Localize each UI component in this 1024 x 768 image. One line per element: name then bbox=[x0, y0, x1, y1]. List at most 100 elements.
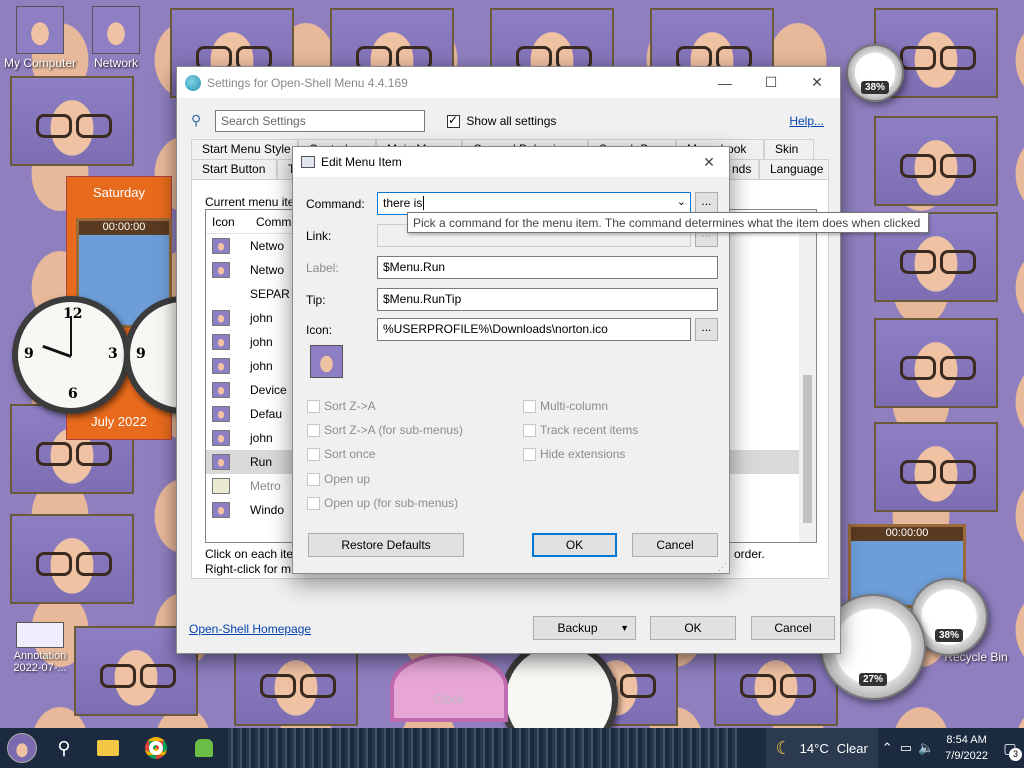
puzzle-timer: 00:00:00 bbox=[79, 221, 169, 235]
item-icon bbox=[212, 310, 230, 326]
homepage-link[interactable]: Open-Shell Homepage bbox=[189, 622, 311, 636]
tab-start-button[interactable]: Start Button bbox=[191, 159, 277, 179]
gauge-value: 27% bbox=[858, 673, 888, 686]
cpu-gauge[interactable]: 38% bbox=[846, 44, 904, 102]
list-item-label: Defau bbox=[250, 407, 283, 421]
tab-skin[interactable]: Skin bbox=[764, 139, 814, 159]
show-all-label: Show all settings bbox=[466, 114, 557, 128]
maximize-button[interactable]: ☐ bbox=[748, 67, 794, 98]
settings-titlebar[interactable]: Settings for Open-Shell Menu 4.4.169 — ☐… bbox=[177, 67, 840, 98]
metro-icon bbox=[212, 478, 230, 494]
taskbar: ⚲ ☾ 14°C Clear ⌃ ▭ 🔈 8:54 AM 7/9/2022 ▢ … bbox=[0, 728, 1024, 768]
dialog-ok-button[interactable]: OK bbox=[532, 533, 617, 557]
cancel-button[interactable]: Cancel bbox=[751, 616, 835, 640]
list-item-label: Windo bbox=[250, 503, 285, 517]
column-header-icon[interactable]: Icon bbox=[206, 215, 256, 229]
taskbar-window-strip bbox=[228, 728, 738, 768]
network-icon[interactable]: ▭ bbox=[897, 740, 915, 756]
dialog-titlebar[interactable]: Edit Menu Item ✕ bbox=[293, 147, 729, 177]
checkbox-icon bbox=[307, 399, 320, 413]
desktop-icon-label: Network bbox=[93, 56, 138, 70]
start-button[interactable] bbox=[0, 728, 44, 768]
help-link[interactable]: Help... bbox=[789, 114, 824, 128]
document-icon bbox=[16, 622, 64, 648]
tab-language[interactable]: Language bbox=[759, 159, 829, 179]
time: 8:54 AM bbox=[946, 734, 987, 746]
search-input[interactable] bbox=[215, 110, 425, 132]
checkbox-icon bbox=[523, 399, 536, 413]
desktop-icon-annotation[interactable]: Annotation 2022-07-... bbox=[0, 622, 80, 674]
date: 7/9/2022 bbox=[945, 750, 988, 762]
computer-icon bbox=[16, 6, 64, 54]
resize-grip-icon[interactable]: ⋰ bbox=[718, 562, 727, 573]
search-icon[interactable]: ⚲ bbox=[44, 728, 84, 768]
list-item-label: SEPAR bbox=[250, 287, 290, 301]
analog-clock[interactable]: 12 3 69 bbox=[12, 296, 130, 414]
option-label: Sort Z->A (for sub-menus) bbox=[324, 423, 464, 437]
desktop-icon-my-computer[interactable]: My Computer bbox=[0, 6, 80, 70]
track-recent-checkbox: Track recent items bbox=[523, 423, 638, 437]
backup-button[interactable]: Backup ▼ bbox=[533, 616, 636, 640]
item-icon bbox=[212, 358, 230, 374]
option-label: Open up (for sub-menus) bbox=[324, 496, 459, 510]
photo-tile bbox=[874, 422, 998, 512]
tab-start-menu-style[interactable]: Start Menu Style bbox=[191, 139, 298, 159]
restore-defaults-button[interactable]: Restore Defaults bbox=[308, 533, 464, 557]
item-icon bbox=[212, 334, 230, 350]
dialog-cancel-button[interactable]: Cancel bbox=[632, 533, 718, 557]
notification-count: 3 bbox=[1009, 747, 1022, 761]
icon-input[interactable]: %USERPROFILE%\Downloads\norton.ico bbox=[377, 318, 691, 341]
label-input[interactable]: $Menu.Run bbox=[377, 256, 718, 279]
list-item-label: john bbox=[250, 359, 273, 373]
chrome-icon[interactable] bbox=[132, 728, 180, 768]
android-studio-icon[interactable] bbox=[180, 728, 228, 768]
file-explorer-icon[interactable] bbox=[84, 728, 132, 768]
dialog-icon bbox=[301, 156, 315, 168]
ok-button[interactable]: OK bbox=[650, 616, 736, 640]
gauge-value: 38% bbox=[860, 81, 890, 94]
desktop-icon-network[interactable]: Network bbox=[76, 6, 156, 70]
hint-text-2: Right-click for m bbox=[205, 562, 292, 576]
edit-menu-item-dialog: Edit Menu Item ✕ Command: there is ⌄ ...… bbox=[292, 146, 730, 574]
open-up-submenus-checkbox: Open up (for sub-menus) bbox=[307, 496, 458, 510]
command-label: Command: bbox=[306, 197, 365, 211]
backup-label: Backup bbox=[557, 621, 598, 635]
weather-temp: 14°C bbox=[799, 740, 829, 756]
network-icon bbox=[212, 262, 230, 278]
chevron-up-icon[interactable]: ⌃ bbox=[878, 740, 897, 756]
close-button[interactable]: ✕ bbox=[689, 147, 729, 178]
weather-desc: Clear bbox=[836, 740, 868, 756]
photo-tile bbox=[10, 514, 134, 604]
hint-text-1-end: order. bbox=[734, 547, 765, 561]
column-header-command[interactable]: Comm bbox=[256, 215, 291, 229]
pink-clock-gadget[interactable]: Clock bbox=[390, 652, 508, 722]
dialog-title: Edit Menu Item bbox=[321, 155, 402, 169]
tip-input[interactable]: $Menu.RunTip bbox=[377, 288, 718, 311]
open-shell-icon bbox=[185, 74, 201, 91]
gauge-value: 38% bbox=[934, 629, 964, 642]
photo-tile bbox=[874, 318, 998, 408]
minimize-button[interactable]: — bbox=[702, 67, 748, 98]
network-icon bbox=[212, 238, 230, 254]
notification-center-icon[interactable]: ▢ 3 bbox=[996, 740, 1024, 761]
list-scrollbar[interactable] bbox=[799, 210, 816, 542]
calendar-day: Saturday bbox=[92, 185, 146, 200]
scrollbar-thumb[interactable] bbox=[803, 375, 812, 523]
option-label: Open up bbox=[324, 472, 371, 486]
list-item-label: john bbox=[250, 335, 273, 349]
network-icon bbox=[92, 6, 140, 54]
list-item-label: john bbox=[250, 311, 273, 325]
volume-icon[interactable]: 🔈 bbox=[915, 740, 937, 756]
hide-extensions-checkbox: Hide extensions bbox=[523, 447, 625, 461]
weather-widget[interactable]: ☾ 14°C Clear bbox=[765, 728, 878, 768]
option-label: Sort once bbox=[324, 447, 376, 461]
taskbar-clock[interactable]: 8:54 AM 7/9/2022 bbox=[937, 732, 996, 764]
icon-browse-button[interactable]: ... bbox=[695, 318, 718, 341]
checkbox-icon bbox=[523, 423, 536, 437]
checkbox-icon bbox=[523, 447, 536, 461]
show-all-checkbox[interactable]: Show all settings bbox=[447, 113, 557, 129]
chevron-down-icon[interactable]: ⌄ bbox=[677, 195, 686, 208]
desktop-icon-label: My Computer bbox=[3, 56, 77, 70]
sort-once-checkbox: Sort once bbox=[307, 447, 375, 461]
close-button[interactable]: ✕ bbox=[794, 67, 840, 98]
